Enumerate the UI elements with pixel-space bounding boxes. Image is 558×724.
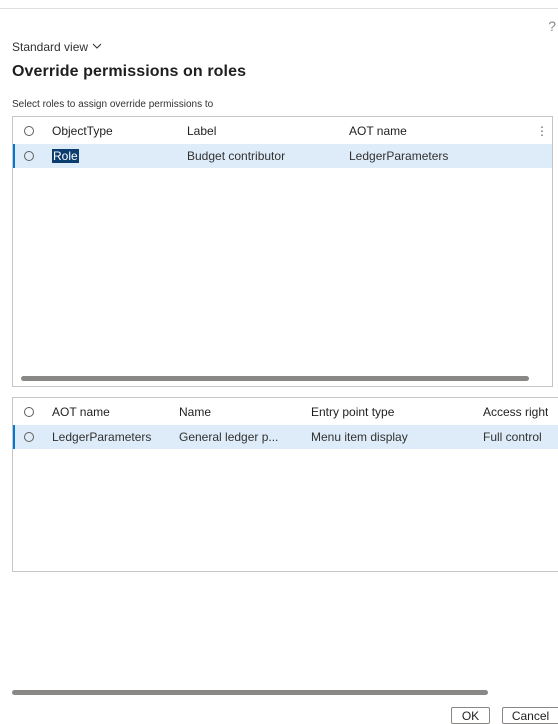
help-icon[interactable]: ?	[548, 18, 556, 34]
row-select-radio[interactable]	[24, 144, 34, 168]
cell-entry-point-type[interactable]: Menu item display	[311, 425, 408, 449]
roles-grid: ObjectType Label AOT name ⋮ Role Budget …	[12, 116, 553, 387]
row-select-radio[interactable]	[24, 425, 34, 449]
cell-object-type[interactable]: Role	[52, 144, 79, 168]
page-title: Override permissions on roles	[12, 63, 247, 80]
select-all-radio[interactable]	[24, 398, 34, 425]
ok-button[interactable]: OK	[451, 707, 490, 724]
cell-label[interactable]: Budget contributor	[187, 144, 285, 168]
column-header-label[interactable]: Label	[187, 117, 216, 144]
view-selector[interactable]: Standard view	[12, 40, 102, 54]
cell-access-right[interactable]: Full control	[483, 425, 542, 449]
dialog-scrollbar[interactable]	[12, 690, 488, 695]
chevron-down-icon	[92, 40, 102, 54]
column-header-access-right[interactable]: Access right	[483, 398, 548, 425]
table-row[interactable]: LedgerParameters General ledger p... Men…	[13, 425, 558, 449]
column-header-name[interactable]: Name	[179, 398, 211, 425]
column-header-aot-name[interactable]: AOT name	[349, 117, 407, 144]
permissions-grid-header: AOT name Name Entry point type Access ri…	[13, 398, 558, 425]
top-divider	[0, 8, 558, 9]
roles-grid-caption: Select roles to assign override permissi…	[12, 99, 214, 110]
column-header-aot-name[interactable]: AOT name	[52, 398, 110, 425]
cell-aot-name[interactable]: LedgerParameters	[52, 425, 151, 449]
table-row[interactable]: Role Budget contributor LedgerParameters	[13, 144, 552, 168]
roles-grid-header: ObjectType Label AOT name ⋮	[13, 117, 552, 144]
select-all-radio[interactable]	[24, 117, 34, 144]
cancel-button[interactable]: Cancel	[502, 707, 558, 724]
permissions-grid: AOT name Name Entry point type Access ri…	[12, 397, 558, 572]
cell-aot-name[interactable]: LedgerParameters	[349, 144, 448, 168]
view-selector-label: Standard view	[12, 40, 89, 54]
more-options-icon[interactable]: ⋮	[536, 117, 548, 144]
roles-grid-scrollbar[interactable]	[21, 376, 529, 381]
cell-name[interactable]: General ledger p...	[179, 425, 278, 449]
column-header-objecttype[interactable]: ObjectType	[52, 117, 113, 144]
column-header-entry-point-type[interactable]: Entry point type	[311, 398, 394, 425]
